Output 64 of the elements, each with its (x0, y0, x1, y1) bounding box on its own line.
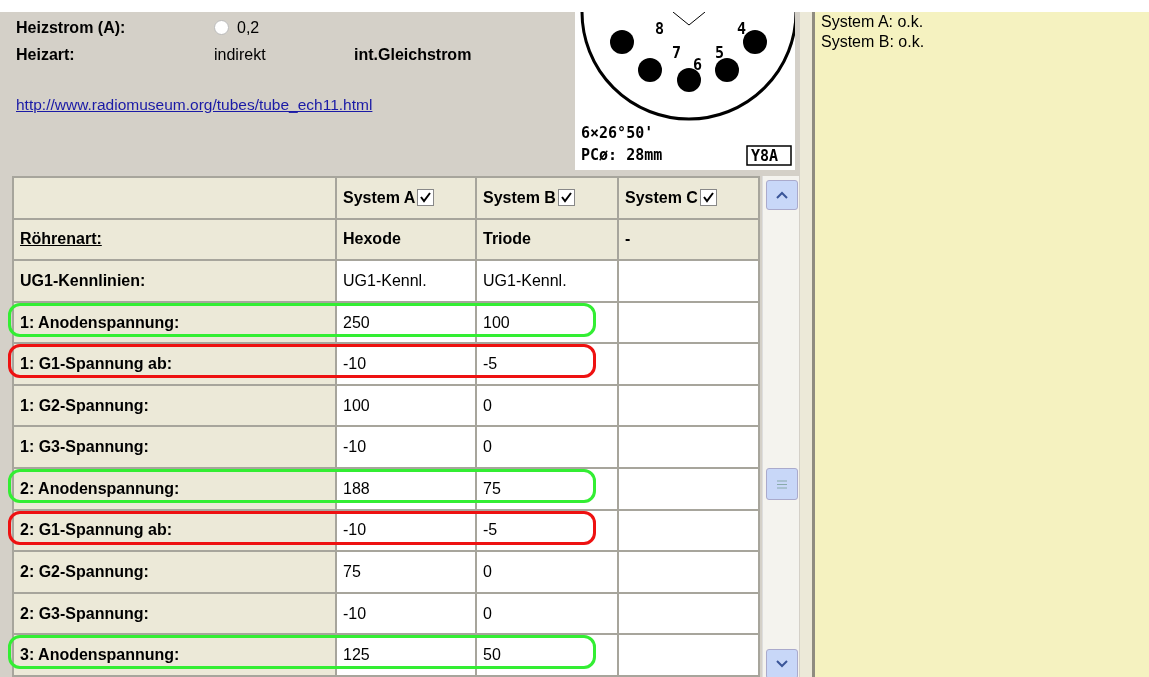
row-label: 2: G2-Spannung: (20, 563, 149, 580)
caret-up-icon (776, 191, 788, 199)
table-cell: 125 (343, 646, 370, 664)
table-cell: -10 (343, 438, 367, 456)
row-label: 1: Anodenspannung: (20, 313, 180, 331)
checkbox[interactable] (417, 189, 435, 207)
column-header: System A (343, 188, 416, 207)
row-label: UG1-Kennlinien: (20, 271, 146, 289)
pin-number: 6 (693, 56, 703, 74)
checkbox[interactable] (557, 189, 575, 207)
pin-number: 8 (655, 20, 665, 38)
table-cell: 75 (483, 479, 501, 497)
column-header: System C (625, 188, 698, 207)
table-cell: - (625, 230, 631, 248)
row-label: 2: Anodenspannung: (20, 479, 180, 497)
field-value: 0,2 (237, 18, 260, 37)
url-link[interactable]: http://www.radiomuseum.org/tubes/tube_ech11.html (16, 96, 373, 114)
table-cell: UG1-Kennl. (343, 271, 427, 289)
row-label: Röhrenart: (20, 230, 102, 248)
checkbox[interactable] (699, 189, 717, 207)
status-message: System A: o.k. (821, 12, 925, 32)
table-cell: 75 (343, 563, 361, 580)
table-cell: 0 (483, 563, 492, 580)
field-label: Heizart: (16, 45, 76, 64)
column-header: System B (483, 188, 556, 207)
row-label: 1: G1-Spannung ab: (20, 355, 172, 373)
pitch-text: PCø: 28mm (581, 146, 663, 164)
row-label: 1: G3-Spannung: (20, 438, 149, 456)
table-cell: -10 (343, 355, 367, 373)
table-cell: 188 (343, 479, 370, 497)
pin-number: 5 (715, 44, 725, 62)
angle-text: 6×26°50' (581, 124, 654, 142)
table-cell: 0 (483, 438, 492, 456)
grip-icon (777, 479, 787, 489)
field-label: Heizstrom (A): (16, 18, 127, 37)
table-cell: Hexode (343, 230, 401, 248)
status-message: System B: o.k. (821, 32, 926, 52)
row-label: 1: G2-Spannung: (20, 396, 149, 414)
table-cell: 100 (483, 313, 510, 331)
table-cell: 50 (483, 646, 501, 664)
row-label: 3: Anodenspannung: (20, 646, 180, 664)
table-cell: -5 (483, 521, 498, 539)
scroll-thumb[interactable] (766, 468, 798, 500)
scroll-up-button[interactable] (766, 180, 798, 210)
table-cell: UG1-Kennl. (483, 271, 567, 289)
table-cell: 0 (483, 396, 492, 414)
row-label: 2: G3-Spannung: (20, 604, 149, 622)
splitter-bar[interactable] (800, 12, 815, 677)
base-code-label: Y8A (746, 145, 792, 166)
table-cell: -10 (343, 521, 367, 539)
field-value: int.Gleichstrom (354, 45, 473, 64)
table-cell: -5 (483, 355, 498, 373)
table-cell: 0 (483, 604, 492, 622)
radio-button[interactable] (214, 20, 229, 35)
table-cell: 250 (343, 313, 370, 331)
pin-number: 7 (672, 44, 682, 62)
table-cell: -10 (343, 604, 367, 622)
caret-down-icon (776, 660, 788, 668)
row-label: 2: G1-Spannung ab: (20, 521, 172, 539)
scroll-down-button[interactable] (766, 649, 798, 677)
table-cell: 100 (343, 396, 370, 414)
table-cell: Triode (483, 230, 531, 248)
field-value: indirekt (214, 45, 267, 64)
pin-number: 4 (737, 20, 747, 38)
